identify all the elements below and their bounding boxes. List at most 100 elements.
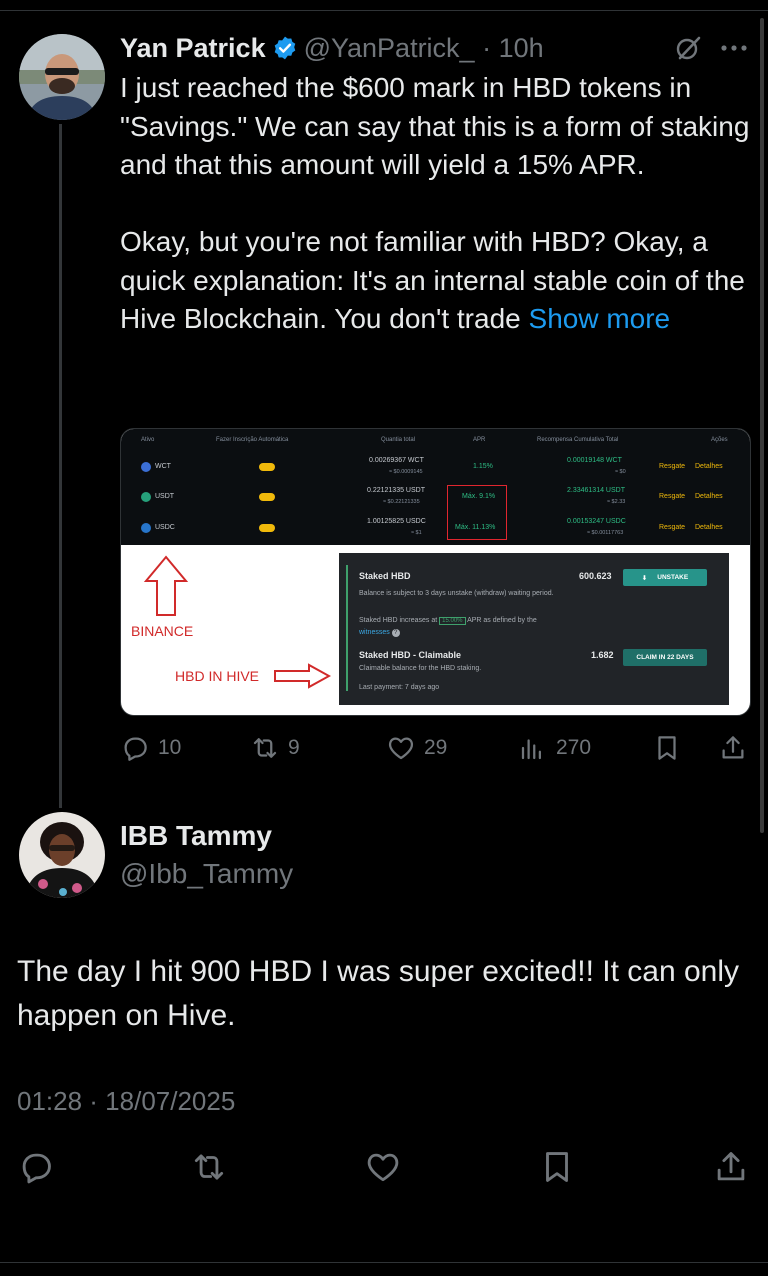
asset-name: USDT bbox=[155, 493, 175, 500]
claimable-value: 1.682 bbox=[591, 650, 614, 660]
reply-icon[interactable] bbox=[17, 1148, 55, 1186]
share-icon[interactable] bbox=[712, 1148, 750, 1186]
last-payment: Last payment: 7 days ago bbox=[359, 684, 440, 691]
like-button[interactable]: 29 bbox=[386, 728, 447, 768]
unstake-button: ⬇ UNSTAKE bbox=[623, 569, 707, 586]
views-chart-icon bbox=[521, 739, 541, 760]
views-count: 270 bbox=[556, 736, 592, 759]
staked-hbd-desc: Balance is subject to 3 days unstake (wi… bbox=[359, 590, 554, 597]
grok-icon[interactable] bbox=[674, 34, 702, 62]
arrow-up-icon bbox=[143, 555, 189, 616]
accent-bar bbox=[346, 565, 348, 691]
reply-count: 10 bbox=[158, 736, 182, 759]
reply-icon bbox=[124, 737, 147, 761]
tweet-paragraph-2: Okay, but you're not familiar with HBD? … bbox=[120, 223, 750, 339]
retweet-count: 9 bbox=[288, 736, 300, 759]
reply-avatar[interactable] bbox=[19, 812, 105, 898]
witnesses-line: witnesses ? bbox=[359, 629, 400, 637]
retweet-button[interactable]: 9 bbox=[250, 728, 300, 768]
download-icon: ⬇ bbox=[641, 574, 648, 582]
show-more-link[interactable]: Show more bbox=[529, 303, 671, 334]
amount: 0.22121335 USDT bbox=[367, 487, 425, 494]
amount: 1.00125825 USDC bbox=[367, 518, 426, 525]
unstake-button-label: UNSTAKE bbox=[657, 574, 689, 581]
asset-name: USDC bbox=[155, 524, 175, 531]
reply-button[interactable]: 10 bbox=[120, 728, 181, 768]
avatar-photo bbox=[19, 34, 105, 120]
share-button[interactable] bbox=[718, 728, 748, 768]
reply-author-handle[interactable]: @Ibb_Tammy bbox=[120, 858, 293, 890]
col-header-reward: Recompensa Cumulativa Total bbox=[537, 437, 619, 443]
reward: 0.00019148 WCT bbox=[567, 457, 622, 464]
arrow-right-icon bbox=[274, 663, 331, 689]
amount-usd: ≈ $1 bbox=[411, 530, 422, 536]
retweet-icon[interactable] bbox=[190, 1148, 228, 1186]
bookmark-button[interactable] bbox=[652, 728, 682, 768]
avatar[interactable] bbox=[19, 34, 105, 120]
like-count: 29 bbox=[424, 736, 448, 759]
hive-savings-panel: Staked HBD 600.623 ⬇ UNSTAKE Balance is … bbox=[339, 553, 729, 705]
claim-button-label: CLAIM IN 22 DAYS bbox=[636, 654, 694, 661]
col-header-asset: Ativo bbox=[141, 437, 155, 443]
share-icon bbox=[722, 736, 744, 759]
reply-text: The day I hit 900 HBD I was super excite… bbox=[17, 955, 740, 1032]
bookmark-icon bbox=[658, 736, 676, 760]
bottom-divider bbox=[0, 1262, 768, 1263]
wct-coin-icon bbox=[141, 462, 151, 472]
reward-usd: ≈ $0.00117763 bbox=[587, 530, 624, 536]
staked-hbd-value: 600.623 bbox=[579, 571, 612, 581]
author-name[interactable]: Yan Patrick bbox=[120, 33, 266, 64]
redeem-link: Resgate bbox=[659, 524, 686, 531]
reward: 0.00153247 USDC bbox=[567, 518, 626, 525]
col-header-apr: APR bbox=[473, 437, 486, 443]
usdc-coin-icon bbox=[141, 523, 151, 533]
tweet-paragraph-1: I just reached the $600 mark in HBD toke… bbox=[120, 72, 750, 180]
redeem-link: Resgate bbox=[659, 493, 686, 500]
views-button[interactable]: 270 bbox=[518, 728, 591, 768]
reward-usd: ≈ $2.33 bbox=[607, 499, 626, 505]
more-icon[interactable] bbox=[718, 34, 750, 62]
auto-subscribe-toggle bbox=[259, 463, 275, 471]
tweet-image[interactable]: Ativo Fazer Inscrição Automática Quantia… bbox=[120, 428, 751, 716]
bookmark-icon[interactable] bbox=[538, 1148, 576, 1186]
claim-button: CLAIM IN 22 DAYS bbox=[623, 649, 707, 666]
binance-label: BINANCE bbox=[131, 623, 194, 639]
tweet-actions: 10 9 29 270 bbox=[120, 728, 750, 768]
hive-label: HBD IN HIVE bbox=[175, 668, 260, 684]
parent-tweet[interactable]: Yan Patrick @YanPatrick_ · 10h I just re… bbox=[0, 0, 768, 808]
col-header-amount: Quantia total bbox=[381, 437, 416, 443]
tweet-text: I just reached the $600 mark in HBD toke… bbox=[120, 69, 750, 339]
col-header-auto: Fazer Inscrição Automática bbox=[216, 437, 289, 443]
author-handle-time[interactable]: @YanPatrick_ · 10h bbox=[304, 33, 544, 64]
details-link: Detalhes bbox=[695, 524, 723, 531]
auto-subscribe-toggle bbox=[259, 493, 275, 501]
usdt-coin-icon bbox=[141, 492, 151, 502]
apr-suffix: APR as defined by the bbox=[467, 617, 537, 624]
details-link: Detalhes bbox=[695, 493, 723, 500]
heart-icon bbox=[388, 737, 414, 760]
thread-connector-line bbox=[59, 124, 62, 808]
claimable-title: Staked HBD - Claimable bbox=[359, 650, 462, 660]
reply-avatar-photo bbox=[19, 812, 105, 898]
binance-earn-table: Ativo Fazer Inscrição Automática Quantia… bbox=[121, 429, 750, 545]
heart-icon[interactable] bbox=[364, 1148, 402, 1186]
staked-hbd-title: Staked HBD bbox=[359, 571, 411, 581]
apr-prefix: Staked HBD increases at bbox=[359, 617, 438, 624]
tweet-header: Yan Patrick @YanPatrick_ · 10h bbox=[120, 30, 544, 66]
highlight-box bbox=[447, 485, 507, 540]
apr-line: Staked HBD increases at 15.00% APR as de… bbox=[359, 617, 537, 625]
verified-badge-icon bbox=[274, 36, 295, 60]
auto-subscribe-toggle bbox=[259, 524, 275, 532]
apr: 1.15% bbox=[473, 463, 493, 470]
amount: 0.00269367 WCT bbox=[369, 457, 424, 464]
reward-usd: ≈ $0 bbox=[615, 469, 626, 475]
redeem-link: Resgate bbox=[659, 463, 686, 470]
amount-usd: ≈ $0.22121335 bbox=[383, 499, 420, 505]
witnesses-link: witnesses bbox=[359, 629, 390, 636]
reply-author-name[interactable]: IBB Tammy bbox=[120, 820, 272, 852]
help-icon: ? bbox=[391, 629, 400, 637]
reply-timestamp[interactable]: 01:28 · 18/07/2025 bbox=[17, 1086, 235, 1117]
apr-pill: 15.00% bbox=[439, 617, 466, 625]
details-link: Detalhes bbox=[695, 463, 723, 470]
apr: Máx. 11.13% bbox=[455, 524, 496, 531]
